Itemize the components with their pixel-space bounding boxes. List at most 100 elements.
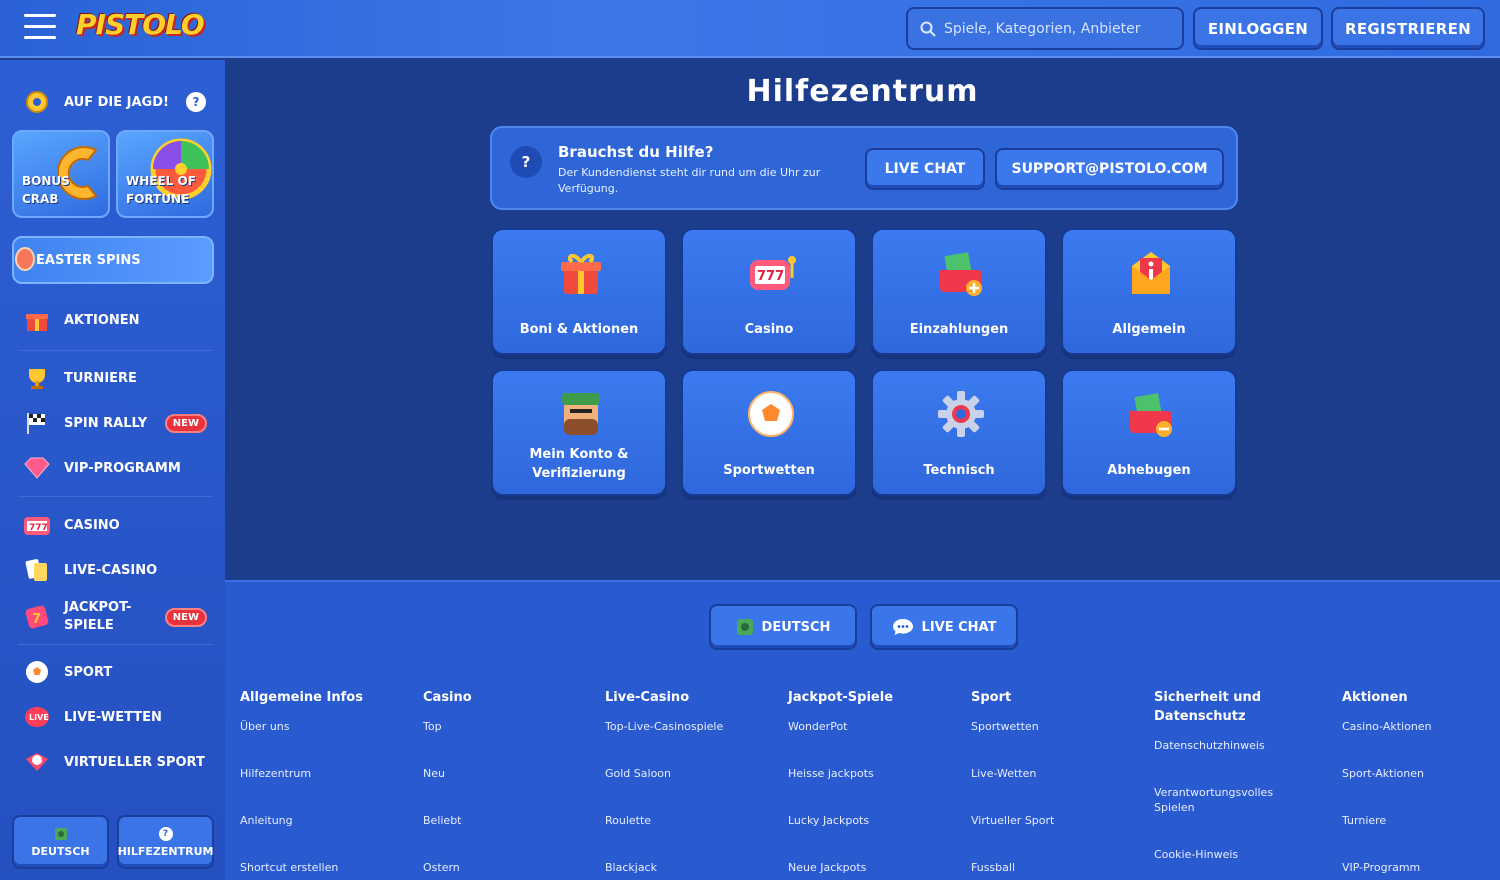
- footer-column-title: Jackpot-Spiele: [788, 690, 894, 705]
- search-icon: [920, 21, 936, 37]
- sidebar-item-virtueller-sport[interactable]: VIRTUELLER SPORT: [12, 742, 217, 782]
- sidebar-item-label: JACKPOT- SPIELE: [64, 599, 131, 635]
- sidebar-item-live-wetten[interactable]: LIVE LIVE-WETTEN: [12, 697, 217, 737]
- sidebar-item-spin-rally[interactable]: SPIN RALLY NEW: [12, 403, 217, 443]
- register-button[interactable]: REGISTRIEREN: [1331, 7, 1485, 50]
- sidebar-item-casino[interactable]: 777 CASINO: [12, 505, 217, 545]
- menu-icon[interactable]: [24, 14, 56, 42]
- support-email-button[interactable]: SUPPORT@PISTOLO.COM: [995, 148, 1224, 190]
- footer-link[interactable]: WonderPot: [788, 719, 958, 734]
- tile-label: Mein Konto & Verifizierung: [493, 445, 665, 483]
- footer-column-sport: Sport Sportwetten Live-Wetten Virtueller…: [971, 688, 1141, 875]
- ball-icon: [22, 657, 52, 687]
- sidebar-item-hunt[interactable]: AUF DIE JAGD! ?: [12, 82, 217, 122]
- footer-link[interactable]: Fussball: [971, 860, 1141, 875]
- footer-link[interactable]: Live-Wetten: [971, 766, 1141, 781]
- footer-link[interactable]: VIP-Programm: [1342, 860, 1492, 875]
- help-category-mein-konto[interactable]: Mein Konto & Verifizierung: [491, 369, 667, 496]
- footer-link[interactable]: Virtueller Sport: [971, 813, 1141, 828]
- footer-link[interactable]: Cookie-Hinweis: [1154, 847, 1304, 862]
- footer-link[interactable]: Blackjack: [605, 860, 775, 875]
- tile-label: Abhebugen: [1107, 463, 1191, 478]
- sidebar-item-aktionen[interactable]: AKTIONEN: [12, 300, 217, 340]
- footer-link[interactable]: Anleitung: [240, 813, 410, 828]
- footer-column-title: Live-Casino: [605, 690, 690, 705]
- footer-link[interactable]: Neue Jackpots: [788, 860, 958, 875]
- login-button[interactable]: EINLOGGEN: [1193, 7, 1323, 50]
- footer-link[interactable]: Top-Live-Casinospiele: [605, 719, 775, 734]
- footer-link[interactable]: Sportwetten: [971, 719, 1141, 734]
- sidebar-item-turniere[interactable]: TURNIERE: [12, 358, 217, 398]
- svg-text:777: 777: [29, 523, 48, 533]
- gift-icon: [561, 254, 601, 294]
- sidebar-item-easter-spins[interactable]: EASTER SPINS: [12, 236, 214, 284]
- language-button[interactable]: DEUTSCH: [12, 815, 109, 869]
- wallet-plus-icon: [940, 252, 982, 296]
- sidebar-item-label: EASTER SPINS: [36, 252, 141, 268]
- help-category-boni[interactable]: Boni & Aktionen: [491, 228, 667, 355]
- tile-label-line: Verifizierung: [532, 466, 626, 481]
- svg-text:LIVE: LIVE: [29, 713, 49, 722]
- help-category-casino[interactable]: 777 Casino: [681, 228, 857, 355]
- sidebar-item-label: AUF DIE JAGD!: [64, 94, 169, 110]
- footer-link[interactable]: Casino-Aktionen: [1342, 719, 1492, 734]
- help-category-technisch[interactable]: Technisch: [871, 369, 1047, 496]
- sidebar-item-label: LIVE-CASINO: [64, 562, 158, 578]
- divider: [18, 644, 213, 645]
- footer-link[interactable]: Über uns: [240, 719, 410, 734]
- footer-link[interactable]: Datenschutzhinweis: [1154, 738, 1304, 753]
- sidebar-item-live-casino[interactable]: LIVE-CASINO: [12, 550, 217, 590]
- footer-live-chat-button[interactable]: LIVE CHAT: [870, 604, 1018, 650]
- footer-link[interactable]: Lucky Jackpots: [788, 813, 958, 828]
- avatar-icon: [562, 393, 600, 435]
- footer-link[interactable]: Turniere: [1342, 813, 1492, 828]
- logo[interactable]: PISTOLO: [76, 8, 205, 41]
- gear-icon: [938, 391, 984, 437]
- promo-wheel-of-fortune[interactable]: WHEEL OF FORTUNE: [116, 130, 214, 218]
- footer-column-security: Sicherheit und Datenschutz Datenschutzhin…: [1154, 688, 1304, 862]
- help-category-abhebungen[interactable]: Abhebugen: [1061, 369, 1237, 496]
- help-icon: ?: [158, 826, 173, 841]
- footer-column-title: Sicherheit und Datenschutz: [1154, 688, 1304, 726]
- label-line: JACKPOT-: [64, 600, 132, 615]
- footer-link[interactable]: Verantwortungsvolles Spielen: [1154, 785, 1284, 815]
- promo-bonus-crab[interactable]: BONUS CRAB: [12, 130, 110, 218]
- footer-link[interactable]: Gold Saloon: [605, 766, 775, 781]
- tile-label: Sportwetten: [723, 463, 815, 478]
- footer-link[interactable]: Heisse jackpots: [788, 766, 958, 781]
- footer-link[interactable]: Hilfezentrum: [240, 766, 410, 781]
- footer-link[interactable]: Sport-Aktionen: [1342, 766, 1492, 781]
- footer-link[interactable]: Top: [423, 719, 593, 734]
- footer-column-title: Allgemeine Infos: [240, 690, 363, 705]
- help-category-einzahlungen[interactable]: Einzahlungen: [871, 228, 1047, 355]
- wallet-minus-icon: [1130, 393, 1172, 437]
- help-category-allgemein[interactable]: Allgemein: [1061, 228, 1237, 355]
- help-category-sportwetten[interactable]: Sportwetten: [681, 369, 857, 496]
- footer-link[interactable]: Ostern: [423, 860, 593, 875]
- target-icon: [22, 87, 52, 117]
- footer-language-button[interactable]: DEUTSCH: [709, 604, 857, 650]
- live-chat-button[interactable]: LIVE CHAT: [865, 148, 985, 190]
- footer-column-title: Sport: [971, 690, 1012, 705]
- page-title: Hilfezentrum: [746, 74, 979, 109]
- gift-icon: [22, 305, 52, 335]
- sidebar-item-sport[interactable]: SPORT: [12, 652, 217, 692]
- sidebar-item-label: SPIN RALLY: [64, 415, 148, 431]
- search-input[interactable]: [944, 20, 1164, 37]
- tile-label: Casino: [744, 322, 794, 337]
- hunt-help-icon[interactable]: ?: [186, 92, 206, 112]
- footer-link[interactable]: Roulette: [605, 813, 775, 828]
- promo-label: BONUS: [22, 174, 70, 188]
- title-line: Sicherheit und: [1154, 690, 1262, 705]
- diamond-icon: [22, 453, 52, 483]
- search-box[interactable]: [906, 7, 1184, 50]
- slot-icon: 777: [750, 256, 796, 290]
- sidebar-item-vip-programm[interactable]: VIP-PROGRAMM: [12, 448, 217, 488]
- sidebar: AUF DIE JAGD! ? BONUS CRAB WHEEL OF FORTUN…: [0, 60, 225, 880]
- footer-link[interactable]: Shortcut erstellen: [240, 860, 410, 875]
- footer-link[interactable]: Neu: [423, 766, 593, 781]
- help-center-button[interactable]: ? HILFEZENTRUM: [117, 815, 214, 869]
- sidebar-item-jackpot-spiele[interactable]: 7 JACKPOT- SPIELE NEW: [12, 595, 217, 639]
- footer: DEUTSCH LIVE CHAT Allgemeine Infos Über …: [225, 580, 1500, 880]
- footer-link[interactable]: Beliebt: [423, 813, 593, 828]
